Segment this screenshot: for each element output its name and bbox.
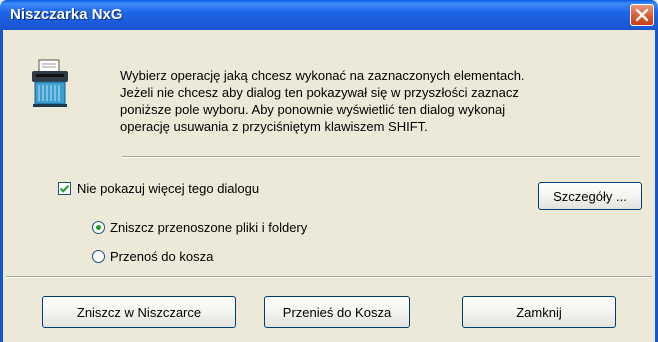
separator-bottom — [6, 276, 652, 278]
close-icon — [635, 8, 649, 22]
message-line: Jeżeli nie chcesz aby dialog ten pokazyw… — [120, 85, 519, 100]
radio-shred-option[interactable]: Zniszcz przenoszone pliki i foldery — [92, 219, 307, 235]
message-line: Wybierz operację jaką chcesz wykonać na … — [120, 68, 525, 83]
message-line: poniższe pole wyboru. Aby ponownie wyświ… — [120, 102, 506, 117]
dialog-message: Wybierz operację jaką chcesz wykonać na … — [120, 67, 640, 135]
dont-show-again-checkbox[interactable] — [58, 181, 71, 195]
check-icon — [59, 184, 70, 193]
radio-trash-option[interactable]: Przenoś do kosza — [92, 248, 213, 264]
window-title: Niszczarka NxG — [10, 6, 123, 23]
close-window-button[interactable] — [630, 4, 654, 26]
details-button[interactable]: Szczegóły ... — [538, 182, 642, 210]
radio-trash-label: Przenoś do kosza — [110, 248, 214, 264]
radio-trash[interactable] — [92, 249, 105, 263]
shredder-icon — [28, 58, 74, 108]
shred-button[interactable]: Zniszcz w Niszczarce — [42, 296, 236, 328]
message-line: operację usuwania z przyciśniętym klawis… — [120, 119, 428, 134]
title-bar[interactable]: Niszczarka NxG — [0, 0, 658, 30]
radio-shred[interactable] — [92, 220, 105, 234]
separator-top — [122, 156, 640, 158]
window-frame-left — [0, 30, 3, 342]
dont-show-again-label: Nie pokazuj więcej tego dialogu — [77, 180, 260, 196]
radio-selected-dot — [96, 224, 101, 230]
dont-show-again-option[interactable]: Nie pokazuj więcej tego dialogu — [58, 180, 259, 196]
close-button[interactable]: Zamknij — [462, 296, 616, 328]
radio-shred-label: Zniszcz przenoszone pliki i foldery — [110, 219, 308, 235]
move-to-trash-button[interactable]: Przenieś do Kosza — [264, 296, 410, 328]
